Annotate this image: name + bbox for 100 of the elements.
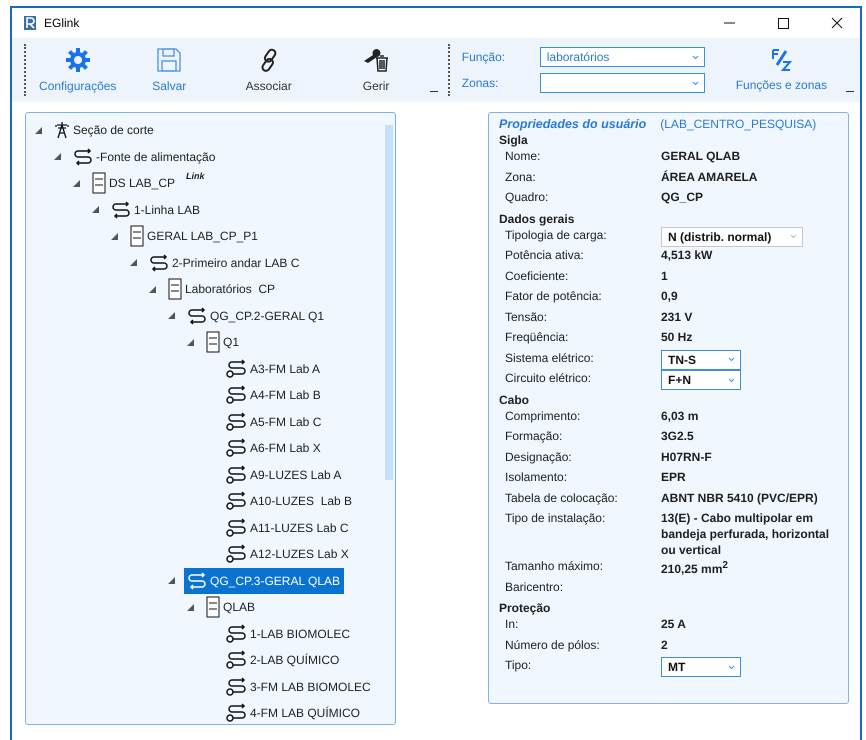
property-value: 231 V [661, 308, 694, 324]
property-label: Número de pólos: [505, 636, 601, 652]
tree-item[interactable]: -Fonte de alimentação [70, 144, 220, 170]
property-label: Tensão: [505, 308, 548, 324]
expand-icon[interactable] [186, 338, 195, 347]
property-value: 210,25 mm$^{2}$ [661, 559, 729, 577]
tree-item[interactable]: 1-Linha LAB [108, 196, 204, 223]
tree-item[interactable]: A12-LUZES Lab X [222, 541, 353, 568]
tree-item[interactable]: QG_CP.2-GERAL Q1 [184, 302, 328, 329]
tree-item[interactable]: 2-LAB QUÍMICO [222, 647, 344, 674]
property-label: Isolamento: [505, 469, 568, 485]
section-heading: Sigla [499, 133, 529, 148]
tree-item[interactable]: DS LAB_CP Link [89, 170, 209, 196]
property-label: Circuito elétrico: [505, 370, 592, 386]
property-value: 0,9 [661, 288, 679, 304]
circuit-icon [225, 544, 247, 564]
circuit-icon [225, 650, 247, 670]
window-title: EGlink [44, 16, 80, 30]
property-label: Potência ativa: [505, 247, 585, 263]
expand-icon[interactable] [53, 152, 62, 162]
property-value: 1 [661, 268, 669, 284]
chevron-down-icon [692, 54, 699, 60]
circuit-icon [225, 385, 247, 406]
tree-item[interactable]: Seção de corte [51, 117, 158, 144]
scroll-bar[interactable] [385, 125, 393, 480]
tree-item[interactable]: A3-FM Lab A [222, 356, 324, 382]
circuit-icon [225, 676, 247, 697]
tree-item[interactable]: 1-LAB BIOMOLEC [222, 620, 354, 647]
chevron-down-icon [728, 664, 735, 670]
panel-icon [206, 596, 220, 618]
tree-item[interactable]: 4-FM LAB QUÍMICO [222, 700, 364, 724]
panel-icon [130, 225, 144, 248]
circuit-icon [149, 254, 169, 272]
expand-icon[interactable] [91, 205, 100, 214]
tree-item[interactable]: Q1 [203, 329, 244, 356]
property-label: Coeficiente: [505, 268, 570, 284]
tree-item[interactable]: Laboratórios CP [165, 276, 280, 302]
chevron-down-icon [790, 234, 797, 239]
chevron-down-icon [728, 378, 735, 382]
tree-item[interactable]: A5-FM Lab C [222, 408, 326, 435]
panel-subtitle: (LAB_CENTRO_PESQUISA) [660, 117, 816, 131]
tree-item[interactable]: QLAB [203, 594, 260, 620]
expand-icon[interactable] [148, 284, 157, 294]
gear-icon [64, 47, 91, 73]
property-label: Freqüência: [505, 329, 570, 345]
tree-item[interactable]: 2-Primeiro andar LAB C [146, 250, 304, 276]
tree-item[interactable]: A11-LUZES Lab C [222, 514, 352, 541]
toolbar-button[interactable]: Salvar [123, 38, 215, 102]
tree-item[interactable]: A10-LUZES Lab B [222, 488, 356, 514]
tree-item[interactable]: A6-FM Lab X [222, 435, 325, 462]
property-value: 3G2.5 [661, 428, 695, 444]
circuit-icon [187, 306, 207, 325]
expand-icon[interactable] [110, 232, 119, 241]
circuit-icon [225, 518, 247, 538]
circuit-icon [187, 572, 207, 590]
minimize-icon [724, 22, 734, 24]
chevron-down-icon [692, 80, 699, 86]
property-label: Tipo de instalação: [505, 510, 606, 526]
property-label: Designação: [505, 448, 573, 464]
dropdown-field[interactable]: laboratórios [540, 47, 705, 67]
property-value: 13(E) - Cabo multipolar em bandeja perfurada, horizontal ou vertical [661, 510, 830, 558]
expand-icon[interactable] [34, 126, 43, 135]
tree-item[interactable]: 3-FM LAB BIOMOLEC [222, 674, 375, 700]
tree-item[interactable]: A4-FM Lab B [222, 382, 325, 408]
circuit-icon [225, 703, 247, 724]
circuit-icon [225, 624, 247, 644]
expand-icon[interactable] [167, 576, 176, 586]
property-value: 25 A [661, 616, 687, 632]
property-label: Baricentro: [505, 578, 564, 594]
link-label: Link [186, 171, 205, 182]
property-label: Quadro: [505, 189, 550, 205]
expand-icon[interactable] [72, 178, 81, 188]
circuit-icon [225, 412, 247, 432]
expand-icon[interactable] [186, 602, 195, 612]
panel-icon [168, 278, 182, 300]
save-icon [156, 47, 182, 73]
toolbar-button[interactable]: Associar [214, 38, 322, 102]
section-heading: Cabo [499, 392, 530, 408]
tower-icon [54, 121, 70, 140]
toolbar-button[interactable]: Configurações [32, 38, 124, 102]
dropdown-field[interactable] [540, 73, 705, 93]
expand-icon[interactable] [129, 258, 138, 268]
property-value: 4,513 kW [661, 247, 714, 263]
property-dropdown[interactable]: TN-S [661, 350, 741, 370]
property-dropdown[interactable]: MT [661, 657, 741, 677]
property-value: QG_CP [661, 189, 704, 205]
toolbar-button[interactable]: Gerir [322, 38, 430, 102]
tree-item[interactable]: GERAL LAB_CP_P1 [127, 223, 262, 250]
expand-icon[interactable] [167, 311, 176, 320]
maximize-icon [778, 18, 788, 28]
function-zone-icon [770, 48, 792, 72]
functions-zones-button[interactable]: Funções e zonas [716, 38, 846, 102]
property-dropdown[interactable]: F+N [661, 370, 741, 390]
chevron-down-icon [728, 357, 735, 362]
tree-item[interactable]: QG_CP.3-GERAL QLAB [184, 568, 344, 594]
property-label: Tabela de colocação: [505, 490, 619, 506]
property-value: 50 Hz [661, 329, 694, 345]
property-value: H07RN-F [661, 448, 713, 464]
property-label: Sistema elétrico: [505, 350, 595, 366]
tree-item[interactable]: A9-LUZES Lab A [222, 462, 346, 488]
